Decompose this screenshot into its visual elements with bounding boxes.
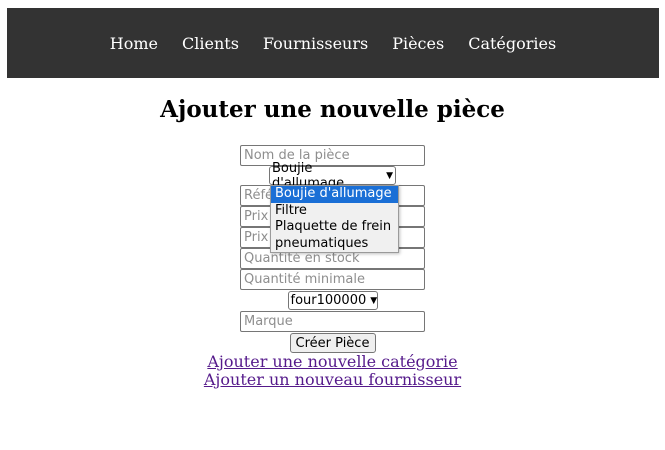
add-supplier-link[interactable]: Ajouter un nouveau fournisseur xyxy=(204,371,461,389)
creer-piece-button[interactable]: Créer Pièce xyxy=(289,333,376,353)
nav-link-pieces[interactable]: Pièces xyxy=(392,34,444,53)
navbar: Home Clients Fournisseurs Pièces Catégor… xyxy=(7,8,659,78)
categorie-dropdown-list: Boujie d'allumage Filtre Plaquette de fr… xyxy=(270,185,399,253)
dropdown-option[interactable]: Plaquette de frein xyxy=(271,219,398,236)
fournisseur-select-value: four100000 xyxy=(290,293,367,308)
nav-link-clients[interactable]: Clients xyxy=(182,34,239,53)
dropdown-option[interactable]: pneumatiques xyxy=(271,236,398,253)
add-category-link[interactable]: Ajouter une nouvelle catégorie xyxy=(207,353,457,371)
nav-link-fournisseurs[interactable]: Fournisseurs xyxy=(263,34,368,53)
chevron-down-icon: ▼ xyxy=(386,170,393,181)
fournisseur-select[interactable]: four100000 ▼ xyxy=(287,291,378,310)
dropdown-option[interactable]: Boujie d'allumage xyxy=(271,186,398,203)
marque-input[interactable] xyxy=(240,311,425,332)
page-title: Ajouter une nouvelle pièce xyxy=(160,96,505,123)
dropdown-option[interactable]: Filtre xyxy=(271,203,398,220)
nav-link-home[interactable]: Home xyxy=(110,34,158,53)
quantite-min-input[interactable] xyxy=(240,269,425,290)
nav-link-categories[interactable]: Catégories xyxy=(468,34,556,53)
new-piece-form: Boujie d'allumage ▼ four100000 ▼ Créer P… xyxy=(0,145,665,389)
categorie-select[interactable]: Boujie d'allumage ▼ xyxy=(269,161,396,191)
chevron-down-icon: ▼ xyxy=(370,295,378,306)
